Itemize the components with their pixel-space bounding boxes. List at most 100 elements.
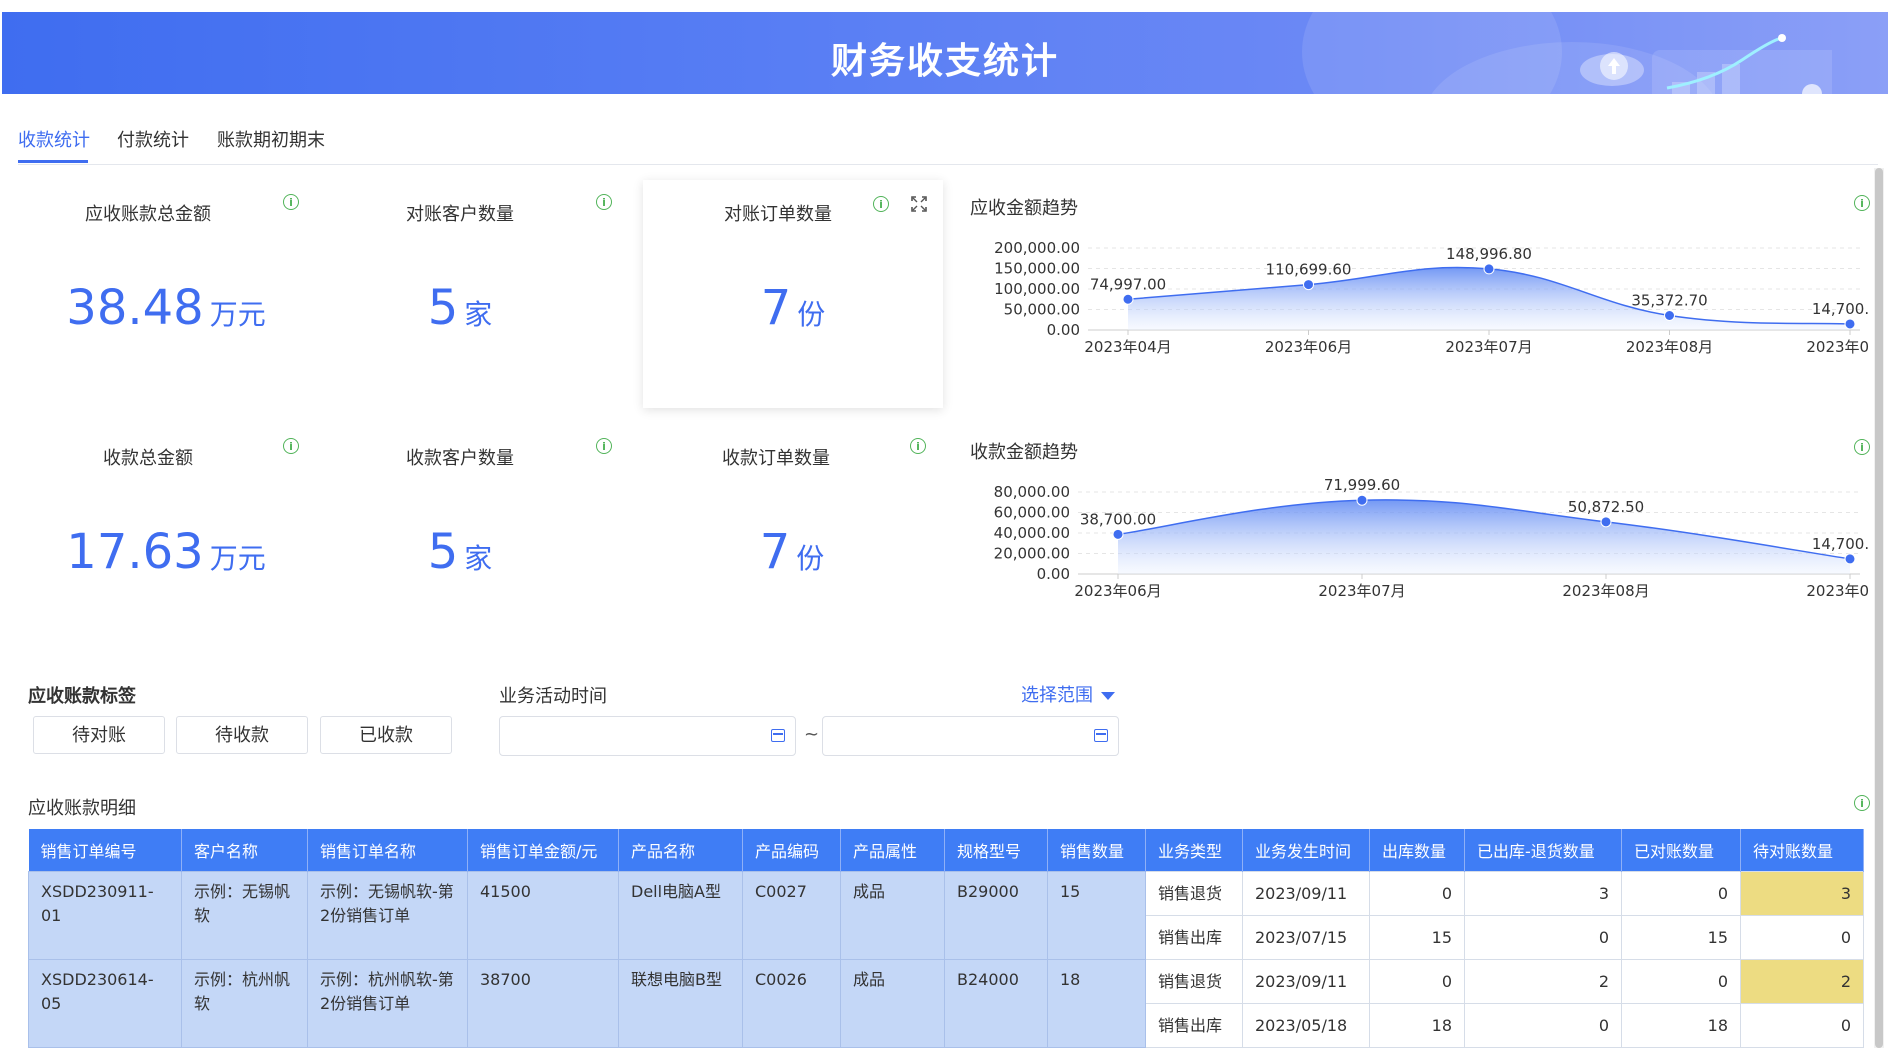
column-header[interactable]: 销售数量 — [1047, 829, 1146, 872]
table-row[interactable]: XSDD230911-01 示例：无锡帆软 示例：无锡帆软-第2份销售订单 41… — [28, 871, 1864, 960]
info-icon[interactable]: i — [873, 196, 889, 212]
info-icon[interactable]: i — [1854, 795, 1870, 811]
tag-received-button[interactable]: 已收款 — [320, 716, 452, 754]
tab-receipts[interactable]: 收款统计 — [18, 126, 90, 152]
data-point — [1356, 494, 1368, 506]
column-header[interactable]: 销售订单编号 — [28, 829, 182, 872]
info-icon[interactable]: i — [283, 438, 299, 454]
data-label: 35,372.70 — [1631, 291, 1707, 309]
column-header[interactable]: 客户名称 — [181, 829, 308, 872]
stat-value: 7份 — [759, 524, 825, 580]
product-cell: Dell电脑A型 — [618, 871, 743, 960]
pending-cell: 0 — [1740, 915, 1864, 960]
tab-period-balance[interactable]: 账款期初期末 — [217, 126, 325, 152]
y-tick-label: 200,000.00 — [994, 239, 1080, 257]
scrollbar-thumb[interactable] — [1875, 168, 1883, 1048]
page-header: 财务收支统计 — [2, 12, 1888, 94]
column-header[interactable]: 产品编码 — [742, 829, 841, 872]
column-header[interactable]: 业务类型 — [1145, 829, 1243, 872]
table-header-row: 销售订单编号 客户名称 销售订单名称 销售订单金额/元 产品名称 产品编码 产品… — [28, 829, 1864, 872]
reconciled-cell: 18 — [1621, 1003, 1741, 1048]
attr-cell: 成品 — [840, 871, 945, 960]
stat-value: 5家 — [427, 524, 493, 580]
y-tick-label: 150,000.00 — [994, 260, 1080, 278]
column-header[interactable]: 销售订单名称 — [307, 829, 468, 872]
out-cell: 0 — [1369, 871, 1465, 916]
info-icon[interactable]: i — [283, 194, 299, 210]
y-tick-label: 100,000.00 — [994, 280, 1080, 298]
caret-down-icon — [1101, 692, 1115, 700]
x-tick-label: 2023年06月 — [1265, 338, 1352, 356]
receivable-trend-chart: 200,000.00 150,000.00 100,000.00 50,000.00 0… — [994, 239, 1870, 356]
data-point — [1303, 279, 1314, 291]
start-date-input[interactable] — [499, 716, 796, 756]
column-header[interactable]: 已出库-退货数量 — [1464, 829, 1622, 872]
data-label: 14,700.00 — [1812, 300, 1870, 318]
info-icon[interactable]: i — [596, 438, 612, 454]
type-cell: 销售退货 — [1145, 959, 1243, 1004]
out-cell: 15 — [1369, 915, 1465, 960]
info-icon[interactable]: i — [596, 194, 612, 210]
column-header[interactable]: 出库数量 — [1369, 829, 1465, 872]
chart-title-receivable: 应收金额趋势 — [970, 198, 1078, 219]
range-select[interactable]: 选择范围 — [1021, 681, 1115, 707]
data-label: 50,872.50 — [1568, 498, 1644, 516]
pending-cell: 3 — [1740, 871, 1864, 916]
column-header[interactable]: 已对账数量 — [1621, 829, 1741, 872]
x-tick-label: 2023年07月 — [1318, 582, 1405, 600]
x-tick-label: 2023年04月 — [1084, 338, 1171, 356]
table-row[interactable]: XSDD230614-05 示例：杭州帆软 示例：杭州帆软-第2份销售订单 38… — [28, 959, 1864, 1048]
amount-cell: 38700 — [467, 959, 619, 1048]
attr-cell: 成品 — [840, 959, 945, 1048]
stat-label: 对账客户数量 — [406, 204, 514, 225]
tag-pending-receipt-button[interactable]: 待收款 — [176, 716, 308, 754]
calendar-icon — [1094, 729, 1108, 742]
column-header[interactable]: 销售订单金额/元 — [467, 829, 619, 872]
column-header[interactable]: 规格型号 — [944, 829, 1048, 872]
column-header[interactable]: 产品属性 — [840, 829, 945, 872]
spec-cell: B24000 — [944, 959, 1048, 1048]
x-tick-label: 2023年09月 — [1806, 338, 1870, 356]
stat-label: 收款客户数量 — [406, 448, 514, 469]
end-date-input[interactable] — [822, 716, 1119, 756]
pending-cell: 0 — [1740, 1003, 1864, 1048]
column-header[interactable]: 待对账数量 — [1740, 829, 1864, 872]
info-icon[interactable]: i — [1854, 195, 1870, 211]
tag-filter-label: 应收账款标签 — [28, 686, 136, 707]
y-tick-label: 20,000.00 — [994, 545, 1070, 563]
stat-label: 应收账款总金额 — [85, 204, 211, 225]
order-no-cell: XSDD230614-05 — [28, 959, 182, 1048]
pending-cell: 2 — [1740, 959, 1864, 1004]
column-header[interactable]: 产品名称 — [618, 829, 743, 872]
info-icon[interactable]: i — [910, 438, 926, 454]
out-cell: 18 — [1369, 1003, 1465, 1048]
page-scrollbar[interactable] — [1874, 168, 1884, 1048]
data-label: 38,700.00 — [1080, 510, 1156, 528]
type-cell: 销售出库 — [1145, 1003, 1243, 1048]
stat-reconcile-orders: 对账订单数量 i 7份 — [643, 180, 943, 408]
time-filter-label: 业务活动时间 — [499, 686, 607, 707]
x-tick-label: 2023年08月 — [1626, 338, 1713, 356]
y-tick-label: 40,000.00 — [994, 524, 1070, 542]
stat-received-customers: 收款客户数量 i 5家 — [310, 424, 612, 644]
info-icon[interactable]: i — [1854, 439, 1870, 455]
tag-pending-reconcile-button[interactable]: 待对账 — [33, 716, 165, 754]
receivable-detail-table: 销售订单编号 客户名称 销售订单名称 销售订单金额/元 产品名称 产品编码 产品… — [28, 829, 1864, 1048]
date-separator: ~ — [804, 724, 820, 745]
y-tick-label: 80,000.00 — [994, 483, 1070, 501]
reconciled-cell: 0 — [1621, 871, 1741, 916]
column-header[interactable]: 业务发生时间 — [1242, 829, 1370, 872]
order-name-cell: 示例：无锡帆软-第2份销售订单 — [307, 871, 468, 960]
stat-label: 收款总金额 — [103, 448, 193, 469]
qty-cell: 15 — [1047, 871, 1146, 960]
stat-received-orders: 收款订单数量 i 7份 — [626, 424, 926, 644]
data-point — [1112, 528, 1124, 540]
net-cell: 3 — [1464, 871, 1622, 916]
tab-payments[interactable]: 付款统计 — [117, 126, 189, 152]
expand-icon[interactable] — [911, 196, 927, 212]
stat-label: 收款订单数量 — [722, 448, 830, 469]
customer-cell: 示例：无锡帆软 — [181, 871, 308, 960]
amount-cell: 41500 — [467, 871, 619, 960]
x-tick-label: 2023年07月 — [1445, 338, 1532, 356]
product-cell: 联想电脑B型 — [618, 959, 743, 1048]
